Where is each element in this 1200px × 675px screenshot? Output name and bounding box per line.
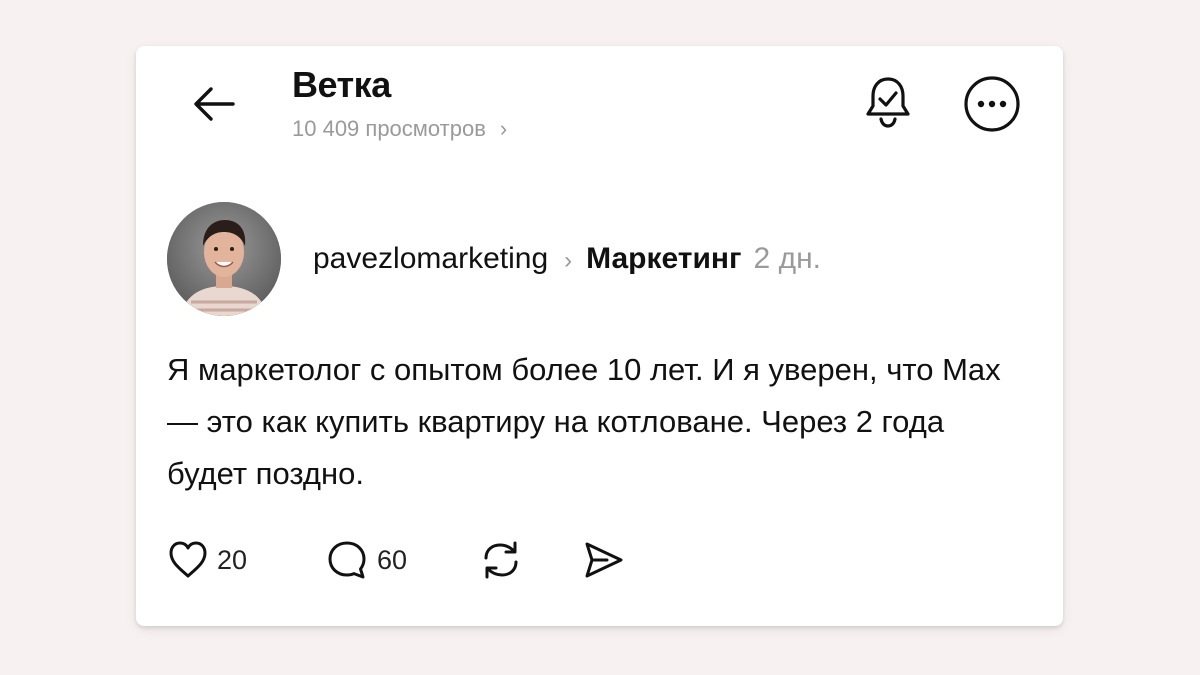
post-time: 2 дн. — [753, 242, 821, 275]
send-icon — [585, 542, 623, 578]
author-name[interactable]: pavezlomarketing — [313, 242, 548, 276]
more-horizontal-icon — [964, 76, 1020, 132]
post-meta: pavezlomarketing › Маркетинг 2 дн. — [313, 242, 821, 276]
post-text: Я маркетолог с опытом более 10 лет. И я … — [167, 352, 1001, 491]
more-options-button[interactable] — [962, 74, 1022, 134]
views-link[interactable]: 10 409 просмотров › — [292, 116, 507, 142]
topic-link[interactable]: Маркетинг — [586, 242, 741, 276]
like-button[interactable]: 20 — [167, 534, 247, 586]
avatar[interactable] — [167, 202, 281, 316]
arrow-left-icon — [194, 87, 235, 121]
share-button[interactable] — [581, 534, 625, 586]
like-count: 20 — [217, 544, 248, 575]
comment-button[interactable]: 60 — [325, 534, 407, 586]
comment-bubble-icon — [328, 541, 366, 579]
post-actions: 20 60 — [167, 534, 687, 586]
views-count: 10 409 просмотров — [292, 116, 486, 141]
chevron-right-icon: › — [564, 247, 573, 274]
back-button[interactable] — [188, 78, 240, 130]
comment-count: 60 — [377, 544, 408, 575]
notifications-button[interactable] — [860, 74, 916, 130]
thread-card: Ветка 10 409 просмотров › pavezlomarketi… — [136, 46, 1063, 626]
bell-check-icon — [866, 77, 910, 128]
heart-icon — [169, 541, 207, 578]
chevron-right-icon: › — [499, 116, 508, 141]
page-title: Ветка — [292, 64, 391, 105]
repost-button[interactable] — [479, 534, 523, 586]
repost-icon — [484, 541, 518, 579]
avatar-photo — [167, 202, 281, 316]
